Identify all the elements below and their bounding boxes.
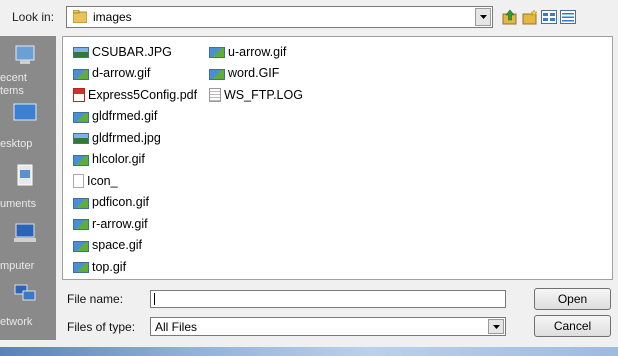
list-item[interactable]: d-arrow.gif <box>73 63 197 85</box>
details-view-icon[interactable] <box>560 9 576 25</box>
list-item[interactable]: CSUBAR.JPG <box>73 41 197 63</box>
chevron-down-icon[interactable] <box>488 319 504 334</box>
network-icon <box>14 284 36 301</box>
recent-items-icon <box>15 45 35 64</box>
list-item[interactable]: space.gif <box>73 235 197 257</box>
list-item[interactable]: word.GIF <box>209 63 303 85</box>
list-item[interactable]: Express5Config.pdf <box>73 84 197 106</box>
files-of-type-label: Files of type: <box>67 320 136 334</box>
documents-icon <box>17 164 33 186</box>
open-button[interactable]: Open <box>534 288 611 310</box>
gif-file-icon <box>73 154 89 166</box>
up-folder-icon[interactable] <box>502 9 518 25</box>
gif-file-icon <box>73 240 89 252</box>
list-item[interactable]: r-arrow.gif <box>73 213 197 235</box>
folder-icon <box>73 10 87 23</box>
gif-file-icon <box>73 68 89 80</box>
look-in-combobox[interactable]: images <box>66 6 493 28</box>
gif-file-icon <box>209 47 225 59</box>
file-column-1: CSUBAR.JPG d-arrow.gif Express5Config.pd… <box>73 41 197 278</box>
look-in-label: Look in: <box>12 10 55 24</box>
list-item[interactable]: u-arrow.gif <box>209 41 303 63</box>
list-item[interactable]: gldfrmed.gif <box>73 106 197 128</box>
places-bar: ecent tems esktop uments mputer etwork <box>0 36 56 340</box>
gif-file-icon <box>73 197 89 209</box>
list-item[interactable]: pdficon.gif <box>73 192 197 214</box>
blank-file-icon <box>73 173 84 188</box>
gif-file-icon <box>73 219 89 231</box>
new-folder-icon[interactable] <box>522 9 538 25</box>
list-item[interactable]: top.gif <box>73 256 197 278</box>
list-item[interactable]: WS_FTP.LOG <box>209 84 303 106</box>
list-item[interactable]: gldfrmed.jpg <box>73 127 197 149</box>
desktop-icon <box>13 103 37 121</box>
look-in-value: images <box>93 10 132 24</box>
list-item[interactable]: Icon_ <box>73 170 197 192</box>
jpg-file-icon <box>73 47 89 59</box>
file-name-label: File name: <box>67 292 124 306</box>
jpg-file-icon <box>73 133 89 145</box>
text-caret <box>154 293 155 305</box>
chevron-down-icon[interactable] <box>475 8 491 26</box>
list-item[interactable]: hlcolor.gif <box>73 149 197 171</box>
gif-file-icon <box>209 68 225 80</box>
cancel-button[interactable]: Cancel <box>534 315 611 337</box>
gif-file-icon <box>73 262 89 274</box>
file-column-2: u-arrow.gif word.GIF WS_FTP.LOG <box>209 41 303 106</box>
files-of-type-select[interactable]: All Files <box>150 317 506 336</box>
pdf-file-icon <box>73 87 85 102</box>
files-of-type-value: All Files <box>155 320 198 334</box>
computer-icon <box>14 223 36 242</box>
file-name-input[interactable] <box>150 290 506 308</box>
taskbar-strip <box>0 347 618 356</box>
file-list[interactable]: CSUBAR.JPG d-arrow.gif Express5Config.pd… <box>62 36 613 280</box>
gif-file-icon <box>73 111 89 123</box>
log-file-icon <box>209 87 221 102</box>
view-menu-icon[interactable] <box>541 9 557 25</box>
